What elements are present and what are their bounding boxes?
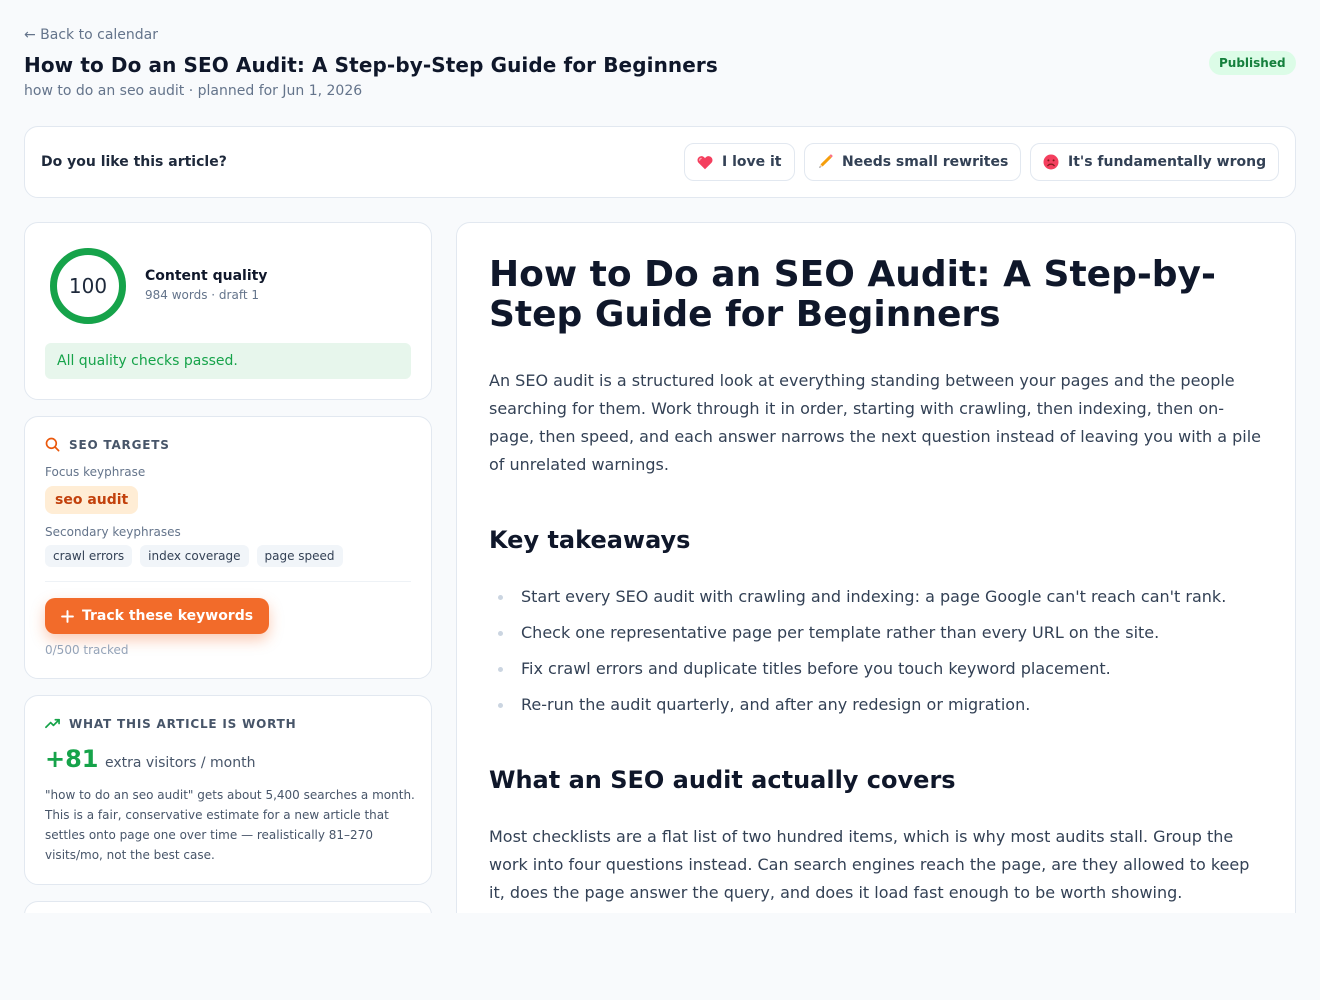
seo-targets-heading: SEO TARGETS bbox=[69, 437, 170, 452]
page-title: How to Do an SEO Audit: A Step-by-Step G… bbox=[24, 53, 718, 77]
content-quality-title: Content quality bbox=[145, 268, 268, 284]
content-quality-card: 100 Content quality 984 words · draft 1 … bbox=[24, 222, 432, 400]
track-keywords-button[interactable]: Track these keywords bbox=[45, 598, 270, 634]
needs-small-rewrites-label: Needs small rewrites bbox=[842, 154, 1009, 170]
extra-visitors-unit: extra visitors / month bbox=[105, 755, 256, 771]
track-keywords-label: Track these keywords bbox=[82, 608, 254, 624]
seo-targets-card: SEO TARGETS Focus keyphrase seo audit Se… bbox=[24, 416, 432, 679]
secondary-keyphrases-list: crawl errors index coverage page speed bbox=[45, 545, 343, 567]
plus-icon bbox=[61, 609, 74, 623]
secondary-keyphrase-chip: page speed bbox=[256, 545, 343, 567]
feedback-question: Do you like this article? bbox=[41, 154, 227, 170]
fundamentally-wrong-button[interactable]: It's fundamentally wrong bbox=[1030, 143, 1280, 181]
divider bbox=[45, 581, 411, 582]
feedback-bar: Do you like this article? I love it Need… bbox=[24, 126, 1296, 198]
takeaway-text: Start every SEO audit with crawling and … bbox=[521, 587, 1227, 606]
search-icon bbox=[45, 437, 60, 452]
content-quality-meta: 984 words · draft 1 bbox=[145, 288, 259, 302]
tracked-count: 0/500 tracked bbox=[45, 643, 129, 657]
bullet bbox=[498, 667, 503, 672]
secondary-keyphrases-label: Secondary keyphrases bbox=[45, 525, 181, 539]
bullet bbox=[498, 631, 503, 636]
love-it-button[interactable]: I love it bbox=[684, 143, 795, 181]
extra-visitors-value: +81 bbox=[45, 745, 99, 773]
page-viewport: ← Back to calendar How to Do an SEO Audi… bbox=[0, 0, 1320, 913]
back-to-calendar-link[interactable]: ← Back to calendar bbox=[24, 27, 158, 43]
takeaway-text: Check one representative page per templa… bbox=[521, 623, 1160, 642]
next-card bbox=[24, 901, 432, 913]
focus-keyphrase-label: Focus keyphrase bbox=[45, 465, 146, 479]
pencil-icon bbox=[817, 154, 833, 170]
article-intro: An SEO audit is a structured look at eve… bbox=[489, 371, 1261, 474]
takeaway-text: Re-run the audit quarterly, and after an… bbox=[521, 695, 1031, 714]
article-content: How to Do an SEO Audit: A Step-by-Step G… bbox=[456, 222, 1296, 913]
sad-face-icon bbox=[1043, 154, 1059, 170]
page-subtitle: how to do an seo audit · planned for Jun… bbox=[24, 83, 363, 99]
secondary-keyphrase-chip: index coverage bbox=[140, 545, 249, 567]
audit-covers-paragraph: Most checklists are a flat list of two h… bbox=[489, 827, 1250, 902]
list-item: Re-run the audit quarterly, and after an… bbox=[489, 693, 1269, 729]
needs-small-rewrites-button[interactable]: Needs small rewrites bbox=[804, 143, 1022, 181]
list-item: Check one representative page per templa… bbox=[489, 621, 1269, 657]
bullet bbox=[498, 703, 503, 708]
list-item: Start every SEO audit with crawling and … bbox=[489, 585, 1269, 621]
quality-checks-message: All quality checks passed. bbox=[45, 343, 411, 379]
article-worth-description: "how to do an seo audit" gets about 5,40… bbox=[45, 788, 415, 862]
secondary-keyphrase-chip: crawl errors bbox=[45, 545, 133, 567]
takeaway-text: Fix crawl errors and duplicate titles be… bbox=[521, 659, 1111, 678]
seo-targets-header: SEO TARGETS bbox=[45, 437, 170, 452]
audit-covers-heading: What an SEO audit actually covers bbox=[489, 766, 956, 794]
quality-score-value: 100 bbox=[68, 274, 108, 298]
article-worth-card: WHAT THIS ARTICLE IS WORTH +81 extra vis… bbox=[24, 695, 432, 885]
trending-up-icon bbox=[45, 716, 60, 731]
article-title: How to Do an SEO Audit: A Step-by-Step G… bbox=[489, 254, 1216, 335]
status-badge: Published bbox=[1209, 51, 1296, 75]
bullet bbox=[498, 595, 503, 600]
fundamentally-wrong-label: It's fundamentally wrong bbox=[1068, 154, 1267, 170]
key-takeaways-heading: Key takeaways bbox=[489, 526, 691, 554]
heart-icon bbox=[697, 154, 713, 170]
article-worth-header: WHAT THIS ARTICLE IS WORTH bbox=[45, 716, 296, 731]
love-it-label: I love it bbox=[722, 154, 782, 170]
article-worth-heading: WHAT THIS ARTICLE IS WORTH bbox=[69, 716, 297, 731]
key-takeaways-list: Start every SEO audit with crawling and … bbox=[489, 585, 1269, 729]
list-item: Fix crawl errors and duplicate titles be… bbox=[489, 657, 1269, 693]
focus-keyphrase-chip: seo audit bbox=[45, 486, 139, 514]
